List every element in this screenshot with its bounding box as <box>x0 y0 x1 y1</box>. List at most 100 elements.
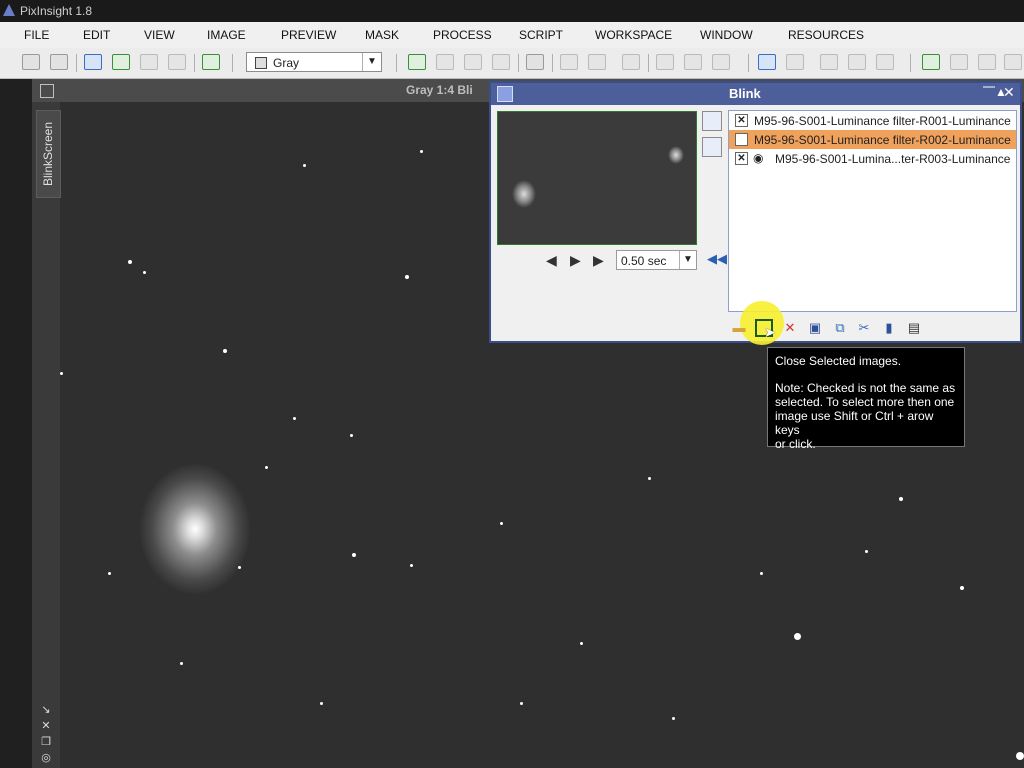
blink-speed-select[interactable]: 0.50 sec ▼ <box>616 250 697 270</box>
menu-preview[interactable]: PREVIEW <box>281 28 336 42</box>
mask-tool-icon[interactable] <box>622 54 640 70</box>
crop-icon[interactable] <box>702 137 722 157</box>
process-tool-icon[interactable] <box>656 54 674 70</box>
star <box>60 372 63 375</box>
preview-galaxy <box>512 180 536 208</box>
undo-icon[interactable] <box>22 54 40 70</box>
star <box>352 553 356 557</box>
cut-icon[interactable]: ✂ <box>855 319 873 337</box>
current-frame-icon: ◉ <box>753 151 764 165</box>
edit-preview-icon[interactable] <box>436 54 454 70</box>
star <box>500 522 503 525</box>
list-item[interactable]: ✕ ◉ M95-96-S001-Lumina...ter-R003-Lumina… <box>729 149 1016 168</box>
star <box>1016 752 1024 760</box>
menu-image[interactable]: IMAGE <box>207 28 246 42</box>
toolbar-separator <box>552 54 553 72</box>
galaxy-m96 <box>140 464 250 594</box>
statistics-icon[interactable]: ▮ <box>880 319 898 337</box>
menu-window[interactable]: WINDOW <box>700 28 753 42</box>
movie-icon[interactable]: ▤ <box>905 319 923 337</box>
colorspace-select[interactable]: Gray ▼ <box>246 52 382 72</box>
target-icon[interactable]: ◎ <box>40 752 52 764</box>
new-image-icon[interactable] <box>84 54 102 70</box>
toolbar-separator <box>648 54 649 72</box>
duplicate-image-icon[interactable] <box>112 54 130 70</box>
copy-to-icon[interactable]: ⧉ <box>831 319 849 337</box>
star <box>238 566 241 569</box>
checked-checkbox[interactable]: ✕ <box>735 152 748 165</box>
star <box>320 702 323 705</box>
window-tool-icon[interactable] <box>876 54 894 70</box>
menu-workspace[interactable]: WORKSPACE <box>595 28 672 42</box>
blink-process-icon <box>497 86 513 102</box>
folder-icon[interactable]: ▬ <box>730 319 748 337</box>
redo-icon[interactable] <box>50 54 68 70</box>
app-titlebar: PixInsight 1.8 <box>0 0 1024 22</box>
menu-file[interactable]: FILE <box>24 28 49 42</box>
previous-icon[interactable]: ◀ <box>546 252 557 269</box>
crosshair-icon[interactable]: ✕ <box>40 720 52 732</box>
star <box>405 275 409 279</box>
chevron-down-icon[interactable]: ▼ <box>362 53 381 71</box>
blink-preview[interactable] <box>497 111 697 245</box>
window-tool-icon[interactable] <box>848 54 866 70</box>
star <box>899 497 903 501</box>
grid-icon[interactable] <box>1004 54 1022 70</box>
toolbar-separator <box>518 54 519 72</box>
histogram-icon[interactable] <box>702 111 722 131</box>
preview-tool-icon[interactable] <box>464 54 482 70</box>
star <box>520 702 523 705</box>
gray-swatch-icon <box>255 57 267 69</box>
next-icon[interactable]: ▶ <box>593 252 604 269</box>
arrow-icon[interactable]: ↘ <box>40 704 52 716</box>
image-window-title: Gray 1:4 Bli <box>406 83 473 97</box>
window-menu-icon[interactable] <box>40 84 54 98</box>
grid-icon[interactable] <box>922 54 940 70</box>
menu-edit[interactable]: EDIT <box>83 28 110 42</box>
window-tile-icon[interactable] <box>758 54 776 70</box>
unchecked-checkbox[interactable] <box>735 133 748 146</box>
tooltip-line: selected. To select more then one <box>775 395 955 409</box>
menu-view[interactable]: VIEW <box>144 28 175 42</box>
tooltip-title: Close Selected images. <box>775 354 902 368</box>
mask-tool-icon[interactable] <box>588 54 606 70</box>
toolbar-separator <box>76 54 77 72</box>
process-tool-icon[interactable] <box>684 54 702 70</box>
process-tool-icon[interactable] <box>712 54 730 70</box>
mask-tool-icon[interactable] <box>560 54 578 70</box>
checked-checkbox[interactable]: ✕ <box>735 114 748 127</box>
rewind-icon[interactable]: ◀◀ <box>707 251 727 267</box>
tooltip-line: image use Shift or Ctrl + arow keys <box>775 409 934 437</box>
chevron-down-icon[interactable]: ▼ <box>679 251 696 269</box>
file-name: M95-96-S001-Luminance filter-R002-Lumina… <box>754 133 1011 147</box>
new-preview-icon[interactable] <box>408 54 426 70</box>
preview-tool-icon[interactable] <box>492 54 510 70</box>
menu-script[interactable]: SCRIPT <box>519 28 563 42</box>
blink-file-list: ✕ M95-96-S001-Luminance filter-R001-Lumi… <box>728 110 1017 312</box>
toolbar-separator <box>232 54 233 72</box>
close-unselected-icon[interactable]: ✕ <box>781 319 799 337</box>
list-item[interactable]: ✕ M95-96-S001-Luminance filter-R001-Lumi… <box>729 111 1016 130</box>
menu-mask[interactable]: MASK <box>365 28 399 42</box>
toolbar-separator <box>748 54 749 72</box>
image-tool-icon[interactable] <box>168 54 186 70</box>
blinkscreen-tab[interactable]: BlinkScreen <box>36 110 61 198</box>
grid-icon[interactable] <box>978 54 996 70</box>
window-tool-icon[interactable] <box>820 54 838 70</box>
menu-bar: FILE EDIT VIEW IMAGE PREVIEW MASK PROCES… <box>0 22 1024 49</box>
new-workspace-icon[interactable] <box>202 54 220 70</box>
close-icon[interactable]: ✕ <box>1003 84 1015 101</box>
window-cascade-icon[interactable] <box>786 54 804 70</box>
image-tool-icon[interactable] <box>140 54 158 70</box>
toolbar-separator <box>396 54 397 72</box>
copy-icon[interactable]: ❐ <box>40 736 52 748</box>
menu-process[interactable]: PROCESS <box>433 28 492 42</box>
zoom-icon[interactable] <box>526 54 544 70</box>
blink-speed-value: 0.50 sec <box>621 254 667 268</box>
star <box>293 417 296 420</box>
grid-icon[interactable] <box>950 54 968 70</box>
list-item[interactable]: M95-96-S001-Luminance filter-R002-Lumina… <box>729 130 1016 149</box>
save-icon[interactable]: ▣ <box>806 319 824 337</box>
menu-resources[interactable]: RESOURCES <box>788 28 864 42</box>
play-icon[interactable]: ▶ <box>570 252 581 269</box>
